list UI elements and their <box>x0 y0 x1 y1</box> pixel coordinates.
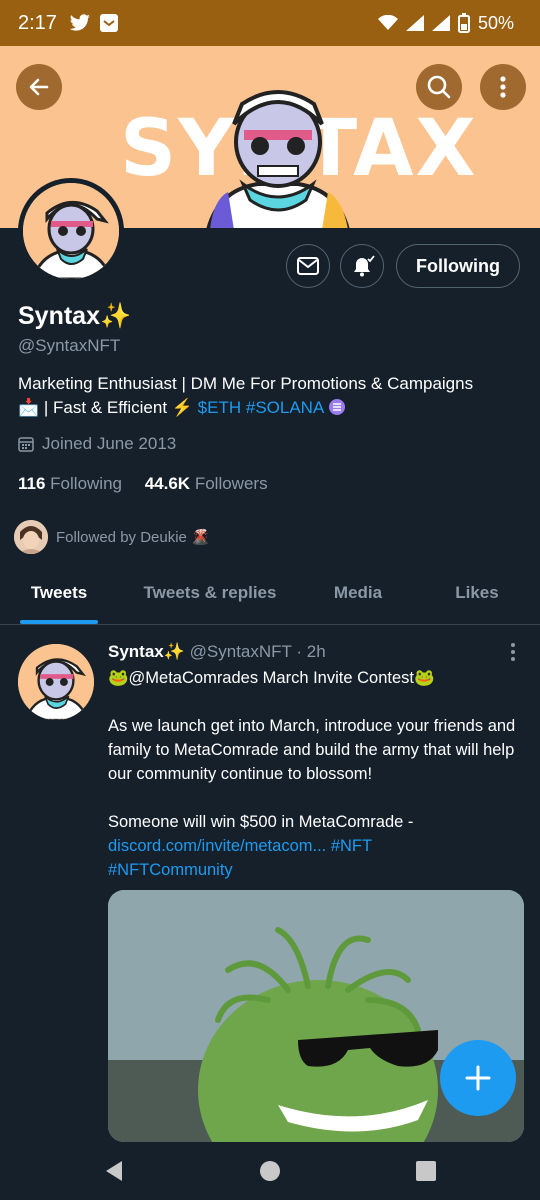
notifications-button[interactable] <box>340 244 384 288</box>
nav-back-icon[interactable] <box>102 1159 126 1183</box>
tab-media-label: Media <box>333 583 383 602</box>
nav-recents-icon[interactable] <box>415 1160 437 1182</box>
bio-line-1: Marketing Enthusiast | DM Me For Promoti… <box>18 374 474 393</box>
signal-icon <box>405 15 424 31</box>
tweet-paragraph-1: As we launch get into March, introduce y… <box>108 717 516 783</box>
more-vertical-icon <box>511 643 515 661</box>
more-options-button[interactable] <box>480 64 526 110</box>
following-label: Following <box>50 474 122 493</box>
bio-tag-solana[interactable]: #SOLANA <box>246 398 324 417</box>
bio-tag-eth[interactable]: $ETH <box>198 398 241 417</box>
tweet-link[interactable]: discord.com/invite/metacom... <box>108 837 326 855</box>
tweet-author-name[interactable]: Syntax✨ <box>108 642 185 661</box>
tweet-header: Syntax✨ @SyntaxNFT · 2h <box>108 642 326 662</box>
bell-plus-icon <box>354 255 375 277</box>
compose-tweet-button[interactable] <box>440 1040 516 1116</box>
signal-icon-2 <box>431 15 450 31</box>
profile-handle: @SyntaxNFT <box>18 336 121 355</box>
profile-avatar[interactable] <box>18 178 124 284</box>
twitter-bird-icon <box>69 14 90 31</box>
back-button[interactable] <box>16 64 62 110</box>
status-time: 2:17 <box>18 11 57 34</box>
profile-tabs: Tweets Tweets & replies Media Likes <box>0 566 540 625</box>
following-count: 116 <box>18 474 46 493</box>
system-nav-bar <box>0 1142 540 1200</box>
tweet-author-handle: @SyntaxNFT <box>189 642 292 661</box>
more-vertical-icon <box>500 76 506 98</box>
tab-tweets-replies[interactable]: Tweets & replies <box>118 566 302 624</box>
tweet-avatar[interactable] <box>18 644 94 720</box>
banner-character <box>206 90 350 228</box>
followers-stat[interactable]: 44.6K Followers <box>145 474 268 493</box>
followers-count: 44.6K <box>144 474 191 493</box>
battery-icon <box>457 13 470 33</box>
tab-tweets-label: Tweets <box>30 583 88 602</box>
followed-by[interactable]: Followed by Deukie 🌋 <box>14 520 210 554</box>
status-bar: 2:17 50% <box>0 0 540 46</box>
followed-by-text: Followed by Deukie 🌋 <box>56 529 210 546</box>
profile-bio: Marketing Enthusiast | DM Me For Promoti… <box>18 372 528 420</box>
search-icon <box>427 75 451 99</box>
tweet-body: 🐸@MetaComrades March Invite Contest🐸 As … <box>108 666 518 882</box>
following-stat[interactable]: 116 Following <box>18 474 122 493</box>
follow-stats: 116 Following 44.6K Followers <box>18 474 268 494</box>
following-button[interactable]: Following <box>396 244 520 288</box>
solana-icon <box>329 399 346 415</box>
tweet-paragraph-2: Someone will win $500 in MetaComrade - <box>108 813 414 831</box>
tab-tweets-replies-label: Tweets & replies <box>143 583 277 602</box>
tab-likes-label: Likes <box>455 583 499 602</box>
tweet-tag-nft[interactable]: #NFT <box>331 837 372 855</box>
notification-icon <box>99 14 118 32</box>
mail-icon <box>297 257 319 275</box>
message-button[interactable] <box>286 244 330 288</box>
avatar-image <box>23 183 119 279</box>
tab-tweets[interactable]: Tweets <box>0 566 118 624</box>
tab-likes[interactable]: Likes <box>414 566 540 624</box>
search-button[interactable] <box>416 64 462 110</box>
tweet-tag-nftcommunity[interactable]: #NFTCommunity <box>108 861 233 879</box>
wifi-icon <box>377 15 398 30</box>
tweet-more-button[interactable] <box>510 642 516 668</box>
joined-text: Joined June 2013 <box>42 434 177 453</box>
profile-name: Syntax✨ <box>18 302 132 330</box>
tweet-time: · 2h <box>296 642 326 661</box>
follower-avatar <box>14 520 48 554</box>
bio-line-2: 📩 | Fast & Efficient ⚡ <box>18 398 198 417</box>
followers-label: Followers <box>194 474 268 493</box>
tweet-line-1: 🐸@MetaComrades March Invite Contest🐸 <box>108 669 435 687</box>
calendar-icon <box>18 437 34 452</box>
back-arrow-icon <box>29 78 49 96</box>
tab-media[interactable]: Media <box>302 566 414 624</box>
active-tab-indicator <box>20 620 98 624</box>
nav-home-icon[interactable] <box>259 1160 281 1182</box>
battery-level: 50% <box>477 12 514 33</box>
compose-plus-icon <box>465 1065 491 1091</box>
joined-date: Joined June 2013 <box>18 434 176 454</box>
